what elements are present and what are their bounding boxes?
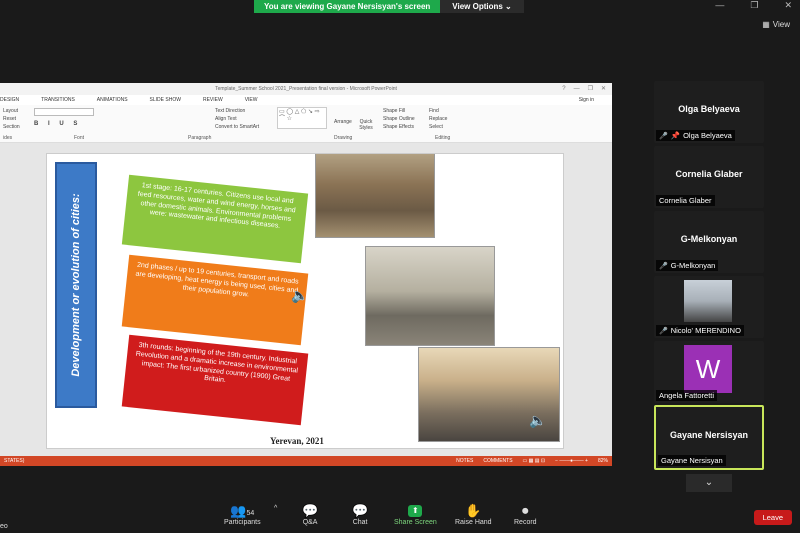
close-icon: ✕: [600, 86, 606, 92]
editing-group: Find Replace Select: [429, 108, 448, 130]
comments-label: COMMENTS: [483, 458, 513, 464]
ppt-ribbon-tabs: DESIGN TRANSITIONS ANIMATIONS SLIDE SHOW…: [0, 95, 612, 105]
window-controls: — ❐ ✕: [715, 0, 792, 11]
chevron-down-icon[interactable]: ⌄: [686, 474, 732, 492]
tab-review: REVIEW: [202, 97, 223, 103]
view-icons: ▭ ▦ ▤ ⊡: [522, 458, 546, 464]
participant-video: [684, 280, 732, 322]
group-paragraph-label: Paragraph: [188, 135, 212, 141]
participants-count: 54: [246, 510, 255, 517]
mic-muted-icon: 🎤: [659, 262, 668, 270]
hand-icon: ✋: [465, 503, 482, 518]
group-editing-label: Editing: [435, 135, 451, 141]
grid-icon: ▦: [762, 20, 770, 29]
record-button[interactable]: ⏺ Record: [514, 503, 537, 526]
stage-1-box: 1st stage: 16-17 centuries. Citizens use…: [121, 174, 309, 264]
shapes-gallery: ▭ ◯ △ ⬠ ↘ ⇨ ⌒ ☆: [277, 107, 327, 129]
tab-design: DESIGN: [0, 97, 20, 103]
font-name-box: [34, 108, 94, 116]
mic-muted-icon: 🎤: [659, 132, 668, 140]
slide-canvas: Development or evolution of cities: 1st …: [46, 153, 564, 449]
shared-powerpoint-window: Template_Summer School 2021_Presentation…: [0, 83, 612, 466]
leave-button[interactable]: Leave: [753, 510, 792, 525]
record-icon: ⏺: [522, 503, 529, 518]
active-speaker-tile[interactable]: Gayane Nersisyan Gayane Nersisyan: [654, 405, 764, 470]
screen-share-banner: You are viewing Gayane Nersisyan's scree…: [254, 0, 524, 13]
slide-title-box: Development or evolution of cities:: [55, 162, 97, 408]
ppt-ribbon: Layout Reset Section B I U S Text Direct…: [0, 105, 612, 143]
group-slides-label: ides: [3, 135, 13, 141]
group-font-label: Font: [74, 135, 85, 141]
close-icon[interactable]: ✕: [784, 0, 792, 11]
view-options-button[interactable]: View Options ⌄: [440, 0, 524, 13]
notes-label: NOTES: [456, 458, 474, 464]
group-drawing-label: Drawing: [334, 135, 353, 141]
stage-3-box: 3th rounds: beginning of the 19th centur…: [121, 334, 309, 426]
share-screen-button[interactable]: ⬆ Share Screen: [394, 503, 437, 526]
avatar: W: [684, 345, 732, 393]
zoom-slider: − ───●─── +: [555, 458, 588, 464]
mic-muted-icon: 🎤: [659, 327, 668, 335]
restore-icon: ❐: [587, 86, 593, 92]
historic-city-photo: [315, 154, 435, 238]
font-format-buttons: B I U S: [34, 121, 82, 127]
sign-in-link: Sign in: [578, 97, 594, 103]
tab-slide-show: SLIDE SHOW: [149, 97, 181, 103]
slide-editing-area: Development or evolution of cities: 1st …: [0, 143, 612, 456]
tab-animations: ANIMATIONS: [96, 97, 128, 103]
chat-icon: 💬: [352, 503, 369, 518]
slide-vertical-title: Development or evolution of cities:: [70, 193, 82, 377]
paragraph-group: Text Direction Align Text Convert to Sma…: [215, 108, 260, 130]
qa-button[interactable]: 💬 Q&A: [302, 503, 318, 526]
zoom-level: 82%: [597, 458, 608, 464]
drawing-format-group: Shape Fill Shape Outline Shape Effects: [383, 108, 415, 130]
chat-button[interactable]: 💬 Chat: [352, 503, 368, 526]
speaker-icon: 🔈: [291, 287, 309, 303]
participants-button[interactable]: 👥54 Participants: [224, 503, 261, 526]
minimize-icon: —: [573, 86, 580, 92]
share-status: You are viewing Gayane Nersisyan's scree…: [254, 0, 441, 13]
participant-tile[interactable]: G-Melkonyan 🎤 G-Melkonyan: [654, 211, 764, 273]
arrange-button: Arrange: [334, 119, 352, 125]
participants-icon: 👥: [230, 503, 247, 518]
restore-icon[interactable]: ❐: [750, 0, 758, 11]
stage-2-box: 2nd phases / up to 19 centuries, transpo…: [121, 254, 309, 346]
tab-view: VIEW: [244, 97, 258, 103]
tab-transitions: TRANSITIONS: [41, 97, 75, 103]
industrial-city-photo: [365, 246, 495, 346]
raise-hand-button[interactable]: ✋ Raise Hand: [455, 503, 492, 526]
share-screen-icon: ⬆: [408, 505, 423, 517]
participant-tile[interactable]: W Angela Fattoretti: [654, 341, 764, 403]
slide-footer: Yerevan, 2021: [270, 436, 324, 446]
view-button[interactable]: ▦ View: [762, 20, 790, 29]
video-label: eo: [0, 523, 8, 530]
pin-icon: 📌: [670, 131, 681, 140]
qa-icon: 💬: [302, 503, 319, 518]
minimize-icon[interactable]: —: [715, 0, 724, 11]
ppt-title-bar: Template_Summer School 2021_Presentation…: [0, 83, 612, 95]
participant-tile[interactable]: 🎤 Nicolo' MERENDINO: [654, 276, 764, 338]
participants-caret-icon[interactable]: ^: [274, 505, 277, 512]
participant-tile[interactable]: Olga Belyaeva 🎤 📌 Olga Belyaeva: [654, 81, 764, 143]
meeting-toolbar: eo 👥54 Participants ^ 💬 Q&A 💬 Chat ⬆ Sha…: [0, 497, 800, 533]
ppt-status-bar: STATES) NOTES COMMENTS ▭ ▦ ▤ ⊡ − ───●───…: [0, 456, 612, 466]
speaker-icon: 🔈: [529, 412, 547, 428]
slides-group: Layout Reset Section: [3, 108, 20, 130]
participant-tile[interactable]: Cornelia Glaber Cornelia Glaber: [654, 146, 764, 208]
help-icon: ?: [562, 86, 566, 92]
quick-styles-button: Quick Styles: [359, 119, 373, 131]
